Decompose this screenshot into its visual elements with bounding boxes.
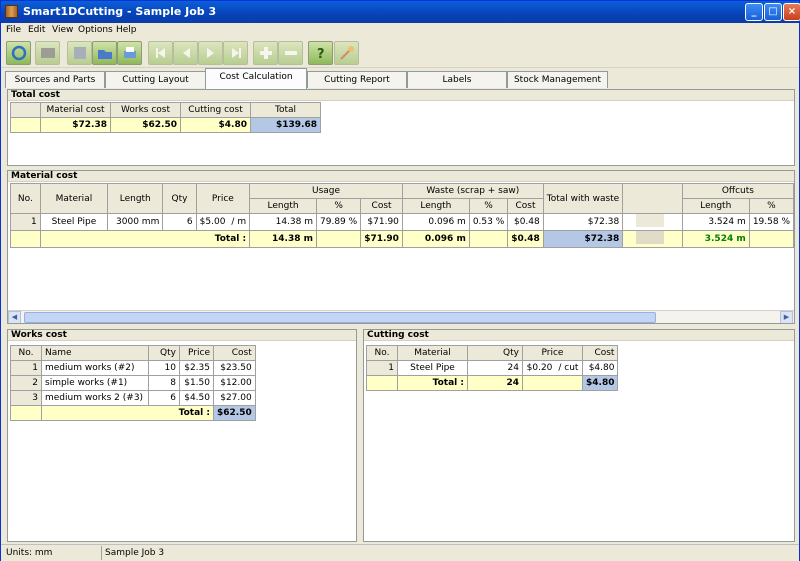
total-cost-panel: Total cost Material cost Works cost Cutt… [7, 89, 795, 166]
window-title: Smart1DCutting - Sample Job 3 [23, 5, 217, 18]
works-cost-panel: Works cost No. Name Qty Price Cost 1 med… [7, 329, 357, 542]
next-icon[interactable] [198, 41, 223, 65]
menu-help[interactable]: Help [116, 25, 137, 35]
tab-cutting-layout[interactable]: Cutting Layout [105, 71, 206, 88]
cutting-cost-value: $4.80 [180, 117, 251, 133]
table-row[interactable]: 2 simple works (#1) 8 $1.50 $12.00 [10, 375, 256, 391]
menu-edit[interactable]: Edit [28, 25, 45, 35]
wizard-icon[interactable] [334, 41, 359, 65]
total-row: Total : 14.38 m $71.90 0.096 m $0.48 $72… [10, 230, 794, 248]
status-bar: Units: mm Sample Job 3 [1, 544, 799, 561]
maximize-button[interactable]: □ [764, 3, 782, 21]
header-offcut-length: Length [681, 198, 750, 214]
menu-view[interactable]: View [52, 25, 73, 35]
menu-file[interactable]: File [6, 25, 21, 35]
material-horizontal-scrollbar[interactable]: ◀ ▶ [8, 310, 794, 323]
minimize-button[interactable]: _ [745, 3, 763, 21]
toolbar: ? [1, 38, 799, 68]
first-icon[interactable] [148, 41, 173, 65]
close-button[interactable]: × [783, 3, 800, 21]
last-icon[interactable] [223, 41, 248, 65]
header-offcut-pct: % [748, 198, 794, 214]
header-waste-length: Length [401, 198, 470, 214]
print-icon[interactable] [117, 41, 142, 65]
tab-sources-and-parts[interactable]: Sources and Parts [5, 71, 105, 88]
header-cutting-cost: Cutting cost [180, 102, 251, 118]
material-cost-table: No. Material Length Qty Price Usage Wast… [10, 183, 794, 248]
material-cost-value: $72.38 [40, 117, 111, 133]
scroll-left-icon[interactable]: ◀ [8, 311, 21, 323]
header-works-cost: Works cost [110, 102, 181, 118]
scrollbar-thumb[interactable] [24, 312, 656, 323]
header-usage-pct: % [315, 198, 362, 214]
works-cost-value: $62.50 [110, 117, 181, 133]
save-icon[interactable] [67, 41, 92, 65]
table-row[interactable]: 3 medium works 2 (#3) 6 $4.50 $27.00 [10, 390, 256, 406]
header-total-with-waste: Total with waste [542, 183, 624, 214]
header-offcuts: Offcuts [681, 183, 794, 199]
app-icon [5, 5, 18, 18]
app-window: Smart1DCutting - Sample Job 3 _ □ × File… [0, 0, 800, 561]
header-material: Material [39, 183, 109, 214]
header-usage-cost: Cost [360, 198, 403, 214]
table-row[interactable]: 1 Steel Pipe 24 $0.20 / cut $4.80 [366, 360, 619, 376]
material-cost-title: Material cost [8, 171, 794, 182]
header-waste-cost: Cost [507, 198, 544, 214]
scroll-right-icon[interactable]: ▶ [780, 311, 793, 323]
header-price: Price [195, 183, 251, 214]
total-cost-table: Material cost Works cost Cutting cost To… [10, 102, 321, 133]
cutting-cost-title: Cutting cost [364, 330, 794, 341]
help-icon[interactable]: ? [308, 41, 333, 65]
header-waste: Waste (scrap + saw) [401, 183, 544, 199]
cutting-cost-panel: Cutting cost No. Material Qty Price Cost… [363, 329, 795, 542]
header-no: No. [10, 183, 41, 214]
menu-bar: File Edit View Options Help [1, 23, 799, 38]
header-usage-length: Length [249, 198, 317, 214]
remove-icon[interactable] [278, 41, 303, 65]
status-units: Units: mm [6, 548, 53, 558]
tab-stock-management[interactable]: Stock Management [507, 71, 608, 88]
tab-cutting-report[interactable]: Cutting Report [307, 71, 407, 88]
material-cost-panel: Material cost No. Material Length Qty Pr… [7, 170, 795, 324]
works-cost-title: Works cost [8, 330, 356, 341]
add-icon[interactable] [253, 41, 278, 65]
header-length: Length [107, 183, 164, 214]
tab-strip: Sources and Parts Cutting Layout Cost Ca… [1, 68, 799, 89]
menu-options[interactable]: Options [78, 25, 113, 35]
total-row: Total : $62.50 [10, 405, 256, 421]
total-cost-value: $139.68 [250, 117, 321, 133]
status-job: Sample Job 3 [105, 548, 165, 558]
table-row[interactable]: 1 medium works (#2) 10 $2.35 $23.50 [10, 360, 256, 376]
title-bar[interactable]: Smart1DCutting - Sample Job 3 _ □ × [1, 1, 800, 23]
header-total: Total [250, 102, 321, 118]
total-row: Total : 24 $4.80 [366, 375, 619, 391]
header-qty: Qty [162, 183, 197, 214]
tab-cost-calculation[interactable]: Cost Calculation [205, 68, 307, 89]
tab-labels[interactable]: Labels [407, 71, 507, 88]
open-icon[interactable] [92, 41, 117, 65]
header-usage: Usage [249, 183, 403, 199]
svg-text:?: ? [317, 47, 325, 61]
refresh-icon[interactable] [6, 41, 31, 65]
table-row[interactable]: 1 Steel Pipe 3000 mm 6 $5.00 / m 14.38 m… [10, 213, 794, 231]
header-waste-pct: % [468, 198, 509, 214]
works-cost-table: No. Name Qty Price Cost 1 medium works (… [10, 345, 256, 421]
total-cost-title: Total cost [8, 90, 794, 101]
cutting-cost-table: No. Material Qty Price Cost 1 Steel Pipe… [366, 345, 619, 391]
header-material-cost: Material cost [40, 102, 111, 118]
prev-icon[interactable] [173, 41, 198, 65]
calculator-icon[interactable] [35, 41, 60, 65]
